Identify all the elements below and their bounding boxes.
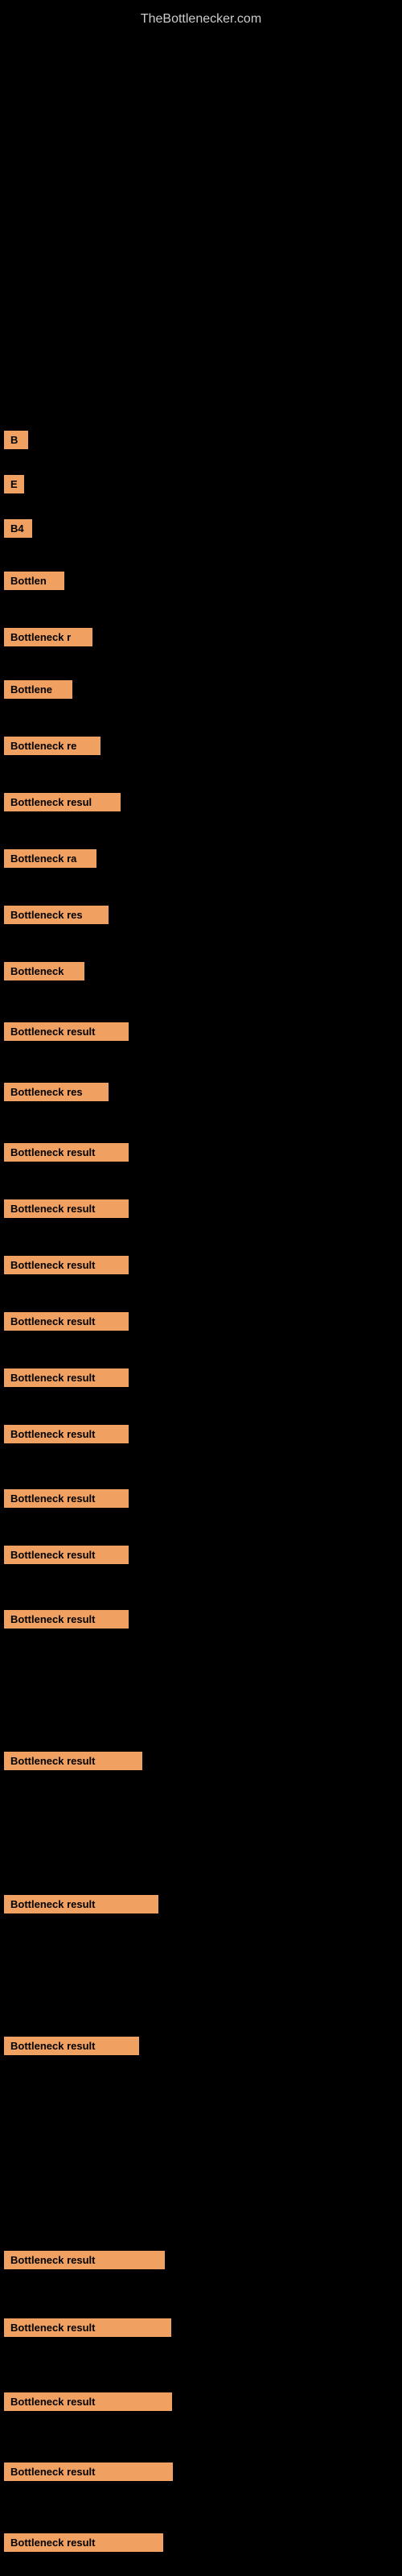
bottleneck-result-label: Bottleneck result [4,1312,129,1331]
bottleneck-result-label: Bottleneck result [4,1425,129,1443]
bottleneck-result-label: Bottleneck res [4,906,109,924]
bottleneck-result-label: Bottleneck [4,962,84,980]
bottleneck-result-label: B4 [4,519,32,538]
bottleneck-result-label: Bottleneck result [4,1199,129,1218]
bottleneck-result-label: Bottleneck result [4,1752,142,1770]
bottleneck-result-label: Bottleneck result [4,1256,129,1274]
bottleneck-result-label: Bottleneck resul [4,793,121,811]
bottleneck-result-label: E [4,475,24,493]
bottleneck-result-label: Bottlene [4,680,72,699]
bottleneck-result-label: Bottleneck re [4,737,100,755]
bottleneck-result-label: Bottleneck result [4,1143,129,1162]
bottleneck-result-label: Bottleneck result [4,2037,139,2055]
bottleneck-result-label: Bottlen [4,572,64,590]
bottleneck-result-label: Bottleneck result [4,1610,129,1629]
bottleneck-result-label: Bottleneck result [4,1489,129,1508]
bottleneck-result-label: Bottleneck result [4,2533,163,2552]
bottleneck-result-label: Bottleneck result [4,1546,129,1564]
bottleneck-result-label: Bottleneck res [4,1083,109,1101]
bottleneck-result-label: Bottleneck r [4,628,92,646]
bottleneck-result-label: Bottleneck result [4,2392,172,2411]
bottleneck-result-label: Bottleneck result [4,2251,165,2269]
site-title: TheBottlenecker.com [0,4,402,35]
bottleneck-result-label: Bottleneck result [4,2462,173,2481]
bottleneck-result-label: Bottleneck ra [4,849,96,868]
bottleneck-result-label: Bottleneck result [4,1895,158,1913]
bottleneck-result-label: B [4,431,28,449]
bottleneck-result-label: Bottleneck result [4,1022,129,1041]
bottleneck-result-label: Bottleneck result [4,2318,171,2337]
bottleneck-result-label: Bottleneck result [4,1368,129,1387]
